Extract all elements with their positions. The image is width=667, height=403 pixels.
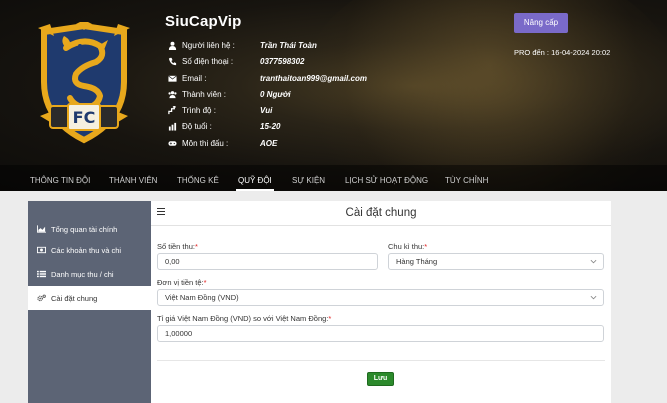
svg-text:FC: FC bbox=[73, 108, 96, 127]
exchange-rate-input[interactable]: 1,00000 bbox=[157, 325, 604, 342]
sidebar-item-label: Danh mục thu / chi bbox=[51, 270, 114, 279]
upgrade-button[interactable]: Nâng cấp bbox=[514, 13, 568, 33]
required-mark: * bbox=[194, 242, 198, 251]
tab-customize[interactable]: Tùy chỉnh bbox=[445, 176, 488, 185]
amount-label-text: Số tiền thu: bbox=[157, 242, 195, 251]
tab-members[interactable]: Thành viên bbox=[109, 176, 157, 185]
team-header: FC SiuCapVip Người liên hệ : Trần Thái T… bbox=[0, 0, 667, 191]
tab-team-fund[interactable]: Quỹ đội bbox=[236, 176, 274, 191]
info-value: Vui bbox=[260, 106, 273, 116]
save-button[interactable]: Lưu bbox=[367, 372, 394, 386]
info-label: Trình độ : bbox=[182, 106, 216, 116]
money-icon bbox=[37, 246, 46, 254]
sidebar-item-categories[interactable]: Danh mục thu / chi bbox=[28, 262, 151, 286]
info-label: Môn thi đấu : bbox=[182, 138, 229, 148]
info-value: Trần Thái Toàn bbox=[260, 41, 317, 50]
sidebar-item-general-settings[interactable]: Cài đặt chung bbox=[28, 286, 151, 310]
sidebar-item-label: Cài đặt chung bbox=[51, 294, 98, 303]
divider bbox=[157, 360, 605, 361]
required-mark: * bbox=[328, 314, 332, 323]
list-icon bbox=[37, 270, 46, 278]
amount-label: Số tiền thu:* bbox=[157, 242, 198, 251]
chevron-down-icon bbox=[590, 295, 597, 300]
amount-input[interactable]: 0,00 bbox=[157, 253, 378, 270]
cycle-label-text: Chu kì thu: bbox=[388, 242, 425, 251]
info-value: 0 Người bbox=[260, 89, 291, 99]
sidebar-item-label: Tổng quan tài chính bbox=[51, 225, 118, 234]
team-logo: FC bbox=[38, 22, 130, 144]
sidebar-item-label: Các khoản thu và chi bbox=[51, 246, 122, 255]
info-label: Số điện thoại : bbox=[182, 57, 234, 67]
settings-card: Cài đặt chung Số tiền thu:* 0,00 Chu kì … bbox=[151, 201, 611, 403]
users-icon bbox=[168, 90, 177, 98]
pro-expiry-text: PRO đến : 16-04-2024 20:02 bbox=[514, 48, 611, 57]
chart-area-icon bbox=[37, 225, 46, 233]
rate-label-text: Tỉ giá Việt Nam Đồng (VND) so với Việt N… bbox=[157, 314, 329, 323]
level-icon bbox=[168, 106, 177, 115]
info-label: Độ tuổi : bbox=[182, 122, 212, 132]
currency-label-text: Đơn vị tiền tệ: bbox=[157, 278, 204, 287]
phone-icon bbox=[168, 58, 177, 66]
info-value: AOE bbox=[260, 138, 278, 148]
info-value: 15-20 bbox=[260, 122, 281, 132]
user-icon bbox=[168, 41, 177, 50]
envelope-icon bbox=[168, 75, 177, 82]
info-value: tranthaitoan999@gmail.com bbox=[260, 73, 367, 83]
info-label: Người liên hệ : bbox=[182, 41, 235, 50]
age-icon bbox=[168, 123, 177, 132]
info-value: 0377598302 bbox=[260, 57, 305, 67]
info-label: Email : bbox=[182, 73, 207, 83]
cycle-label: Chu kì thu:* bbox=[388, 242, 427, 251]
chevron-down-icon bbox=[590, 259, 597, 264]
tab-events[interactable]: Sự kiện bbox=[292, 176, 325, 185]
tab-statistics[interactable]: Thống kê bbox=[177, 176, 219, 185]
rate-label: Tỉ giá Việt Nam Đồng (VND) so với Việt N… bbox=[157, 314, 331, 323]
divider bbox=[151, 225, 611, 226]
team-name: SiuCapVip bbox=[165, 13, 242, 30]
fund-sidebar: Tổng quan tài chính Các khoản thu và chi… bbox=[28, 201, 151, 403]
header-background bbox=[300, 0, 667, 191]
tab-activity-history[interactable]: Lịch sử hoạt động bbox=[345, 176, 428, 185]
cycle-select-value: Hàng Tháng bbox=[396, 257, 438, 266]
currency-select[interactable]: Việt Nam Đồng (VND) bbox=[157, 289, 604, 306]
info-label: Thành viên : bbox=[182, 89, 227, 99]
required-mark: * bbox=[203, 278, 207, 287]
currency-label: Đơn vị tiền tệ:* bbox=[157, 278, 207, 287]
cogs-icon bbox=[37, 294, 46, 302]
team-tabs: Thông tin đội Thành viên Thống kê Quỹ độ… bbox=[0, 172, 667, 191]
tab-team-info[interactable]: Thông tin đội bbox=[30, 176, 90, 185]
cycle-select[interactable]: Hàng Tháng bbox=[388, 253, 604, 270]
required-mark: * bbox=[424, 242, 428, 251]
gamepad-icon bbox=[168, 141, 177, 146]
sidebar-item-income-expense[interactable]: Các khoản thu và chi bbox=[28, 238, 151, 262]
currency-select-value: Việt Nam Đồng (VND) bbox=[165, 293, 239, 302]
card-title: Cài đặt chung bbox=[345, 207, 417, 219]
